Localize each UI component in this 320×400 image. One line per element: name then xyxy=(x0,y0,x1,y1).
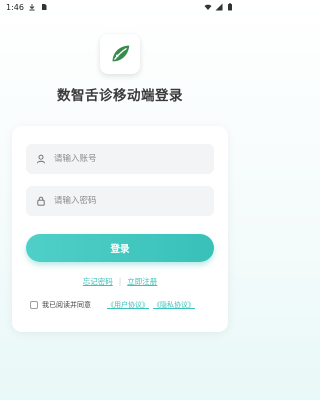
account-field[interactable] xyxy=(26,144,214,174)
user-agreement-link[interactable]: 《用户协议》 xyxy=(107,300,149,310)
forgot-password-link[interactable]: 忘记密码 xyxy=(83,276,113,287)
auth-links: 忘记密码 | 立即注册 xyxy=(12,276,228,287)
status-left: 1:46 xyxy=(6,3,48,12)
password-field[interactable] xyxy=(26,186,214,216)
password-input[interactable] xyxy=(54,196,204,206)
battery-icon xyxy=(226,3,234,11)
privacy-agreement-link[interactable]: 《隐私协议》 xyxy=(153,300,195,310)
wifi-icon xyxy=(204,3,212,11)
lock-icon xyxy=(36,196,46,206)
agreement-row: 我已阅读并同意 《用户协议》 《隐私协议》 xyxy=(30,300,226,310)
agree-checkbox[interactable] xyxy=(30,301,38,309)
app-logo xyxy=(100,34,140,74)
agreement-text: 我已阅读并同意 xyxy=(42,301,91,309)
login-button[interactable]: 登录 xyxy=(26,234,214,262)
status-bar: 1:46 xyxy=(0,0,240,14)
leaf-logo-icon xyxy=(112,45,130,62)
account-input[interactable] xyxy=(54,154,204,164)
user-icon xyxy=(36,154,46,164)
status-time: 1:46 xyxy=(6,2,24,12)
page-title: 数智舌诊移动端登录 xyxy=(57,88,183,104)
login-card: 登录 忘记密码 | 立即注册 我已阅读并同意 《用户协议》 《隐私协议》 xyxy=(12,126,228,332)
download-icon xyxy=(28,3,36,11)
register-link[interactable]: 立即注册 xyxy=(127,276,157,287)
status-right xyxy=(204,3,234,11)
signal-icon xyxy=(215,3,223,11)
sim-card-icon xyxy=(40,3,48,11)
link-separator: | xyxy=(118,277,122,286)
